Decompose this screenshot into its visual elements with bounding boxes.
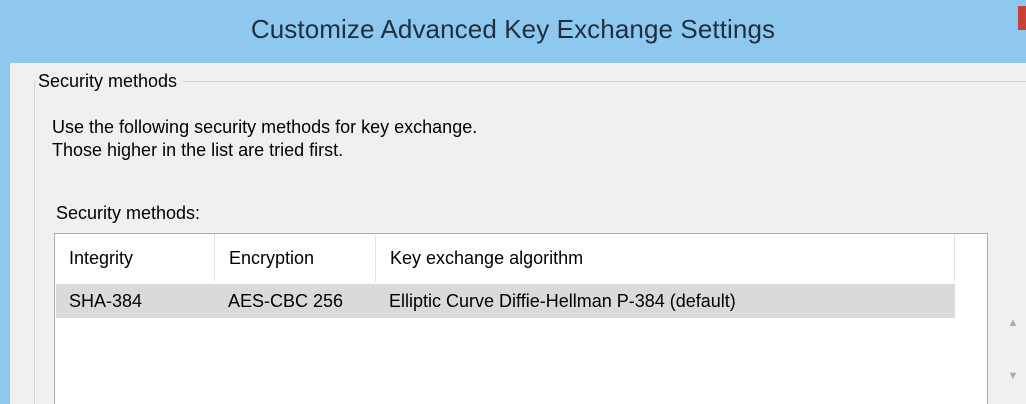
column-header-integrity[interactable]: Integrity (55, 234, 215, 282)
move-up-button[interactable]: ▲ (998, 305, 1026, 341)
list-label: Security methods: (56, 203, 201, 223)
chevron-up-icon: ▲ (1007, 317, 1019, 329)
table-row[interactable]: SHA-384 AES-CBC 256 Elliptic Curve Diffi… (56, 284, 955, 318)
cell-key-exchange-algorithm: Elliptic Curve Diffie-Hellman P-384 (def… (389, 291, 736, 311)
dialog-window: Customize Advanced Key Exchange Settings… (0, 0, 1026, 404)
description-line-2: Those higher in the list are tried first… (52, 140, 344, 160)
group-legend: Security methods (36, 71, 184, 92)
column-header-encryption[interactable]: Encryption (215, 234, 376, 282)
cell-integrity: SHA-384 (69, 291, 143, 311)
security-methods-list[interactable]: Integrity Encryption Key exchange algori… (54, 233, 988, 404)
cell-encryption: AES-CBC 256 (228, 291, 344, 311)
title-bar: Customize Advanced Key Exchange Settings (0, 0, 1026, 63)
description-line-1: Use the following security methods for k… (52, 117, 478, 137)
move-down-button[interactable]: ▼ (998, 358, 1026, 394)
window-title: Customize Advanced Key Exchange Settings (250, 14, 776, 44)
list-header: Integrity Encryption Key exchange algori… (55, 234, 987, 282)
column-header-key-exchange-algorithm[interactable]: Key exchange algorithm (376, 234, 955, 282)
chevron-down-icon: ▼ (1007, 370, 1019, 382)
dialog-content: Security methods Use the following secur… (10, 63, 1026, 404)
close-button[interactable] (1018, 6, 1026, 30)
